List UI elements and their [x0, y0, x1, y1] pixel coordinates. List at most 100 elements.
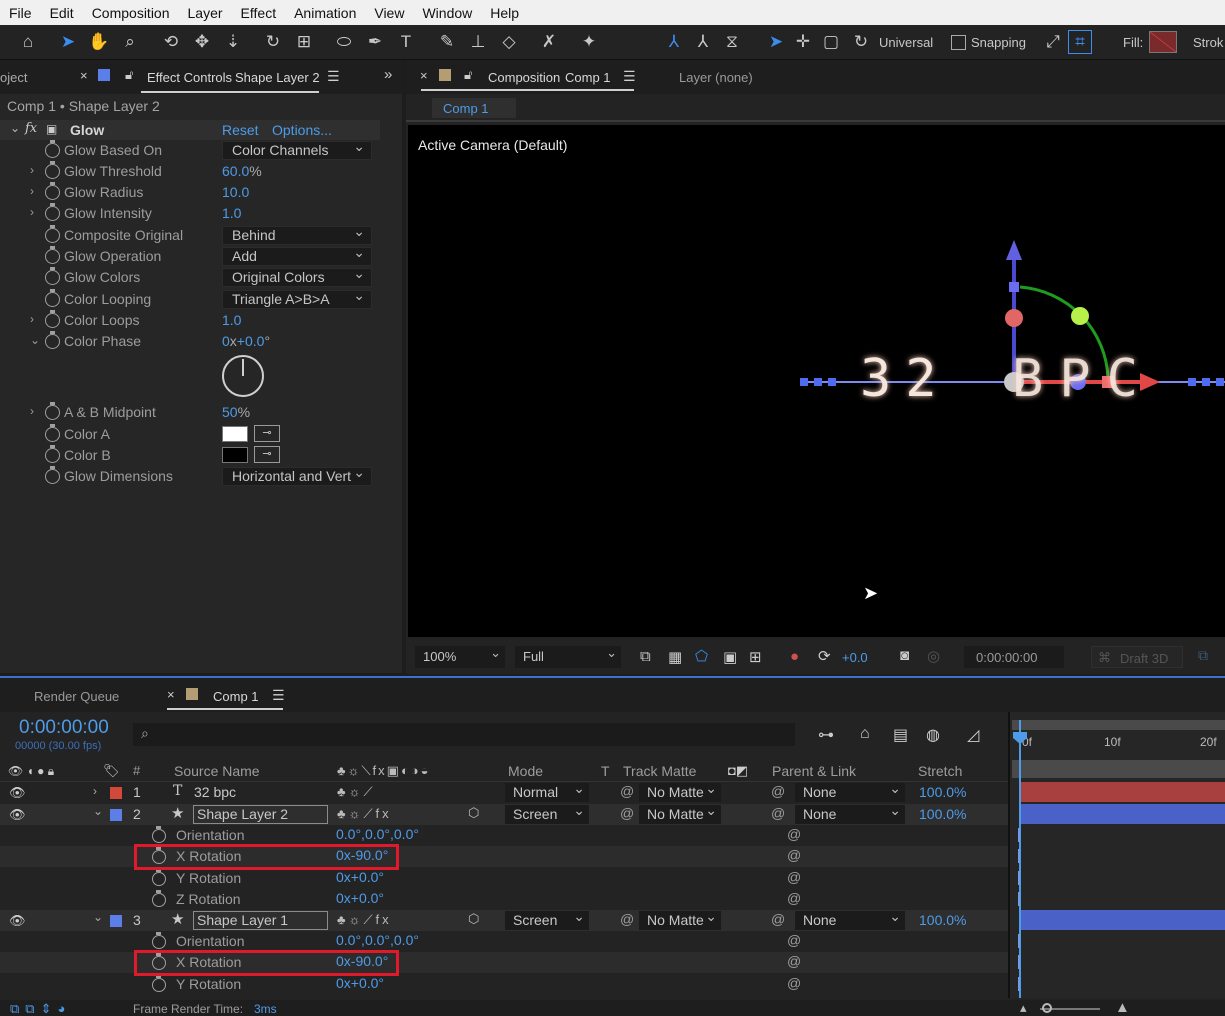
3d-select-icon[interactable]: ➤	[763, 29, 789, 55]
layer-switches[interactable]: ♣☼⟋fx	[337, 806, 392, 822]
color-a-swatch[interactable]	[222, 426, 248, 442]
prop-value[interactable]: 1.0	[222, 205, 241, 221]
clone-stamp-icon[interactable]: ⊥	[465, 29, 491, 55]
panel-menu-icon[interactable]: ☰	[327, 68, 340, 85]
stopwatch-icon[interactable]	[45, 310, 60, 328]
graph-editor-icon[interactable]: ◿	[967, 725, 979, 745]
l2-prop-z-rotation[interactable]: Z Rotation 0x+0.0° @	[0, 889, 1008, 910]
project-tab[interactable]: oject	[0, 70, 27, 85]
ellipse-tool-icon[interactable]: ⬭	[331, 29, 357, 55]
layer-row-1[interactable]: 👁︎ › 1 T 32 bpc ♣☼⟋ Normal @ No Matte @ …	[0, 782, 1008, 803]
effect-controls-tab-layer[interactable]: Shape Layer 2	[235, 70, 320, 85]
glow-effect-row[interactable]: ⌄ fx ▣ Glow Reset Options...	[0, 120, 380, 140]
prop-value[interactable]: 0x+0.0°	[336, 975, 384, 991]
snap-feature-icon[interactable]: ⤢	[1040, 29, 1066, 55]
parent-dropdown[interactable]: None	[795, 783, 905, 802]
view-axis-icon[interactable]: ⧖	[719, 29, 745, 55]
parent-dropdown[interactable]: None	[795, 911, 905, 930]
reset-exposure-icon[interactable]: ⟳	[818, 647, 831, 665]
track-matte-pickwhip-icon[interactable]: @	[620, 911, 634, 927]
color-looping-dropdown[interactable]: Triangle A>B>A	[222, 290, 372, 309]
prop-color-b[interactable]: Color B ⊸	[0, 445, 380, 466]
expand-arrow-icon[interactable]: ›	[93, 784, 97, 798]
hand-tool-icon[interactable]: ✋	[86, 29, 112, 55]
track-matte-pickwhip-icon[interactable]: @	[620, 805, 634, 821]
column-source-name[interactable]: Source Name	[174, 763, 260, 779]
options-link[interactable]: Options...	[272, 122, 332, 138]
3d-scale-icon[interactable]: ▢	[818, 29, 844, 55]
zoom-out-icon[interactable]: ▴	[1020, 1000, 1027, 1016]
stopwatch-icon[interactable]	[45, 246, 60, 264]
pan-behind-icon[interactable]: ⊞	[291, 29, 317, 55]
l2-prop-orientation[interactable]: Orientation 0.0°,0.0°,0.0° @	[0, 825, 1008, 846]
expand-arrow-icon[interactable]: ›	[30, 163, 34, 177]
local-axis-icon[interactable]: ⅄	[661, 29, 687, 55]
panel-menu-icon[interactable]: ☰	[623, 68, 636, 85]
frame-blending-icon[interactable]: ▤	[893, 725, 908, 745]
expand-arrow-icon[interactable]: ›	[30, 184, 34, 198]
lock-icon[interactable]: 🔓︎	[464, 67, 472, 83]
composition-tab[interactable]: Composition	[488, 70, 560, 85]
fill-swatch[interactable]	[1149, 31, 1177, 53]
stopwatch-icon[interactable]	[45, 402, 60, 420]
stopwatch-icon[interactable]	[152, 932, 166, 949]
world-axis-icon[interactable]: ⅄	[690, 29, 716, 55]
channel-icon[interactable]: ●	[790, 648, 799, 665]
composition-tab-name[interactable]: Comp 1	[565, 70, 611, 85]
mode-dropdown[interactable]: Screen	[505, 805, 589, 824]
prop-value[interactable]: 0x+0.0°	[336, 869, 384, 885]
reset-link[interactable]: Reset	[222, 122, 259, 138]
stopwatch-icon[interactable]	[45, 161, 60, 179]
shy-layers-icon[interactable]: ⌂	[860, 725, 870, 743]
resolution-dropdown[interactable]: Full	[515, 646, 621, 668]
l3-prop-y-rotation[interactable]: Y Rotation 0x+0.0° @	[0, 974, 1008, 995]
effect-controls-tab[interactable]: Effect Controls	[147, 70, 232, 85]
menu-layer[interactable]: Layer	[179, 5, 232, 21]
motion-blur-icon[interactable]: ◍	[926, 725, 940, 745]
eyedropper-icon[interactable]: ⊸	[254, 446, 280, 463]
prop-glow-threshold[interactable]: › Glow Threshold 60.0%	[0, 161, 380, 182]
region-of-interest-icon[interactable]: ▣	[723, 648, 737, 666]
prop-glow-based-on[interactable]: Glow Based On Color Channels	[0, 140, 380, 161]
stretch-value[interactable]: 100.0%	[919, 806, 966, 822]
close-icon[interactable]: ×	[420, 68, 428, 83]
menu-help[interactable]: Help	[481, 5, 528, 21]
menu-edit[interactable]: Edit	[41, 5, 83, 21]
glow-operation-dropdown[interactable]: Add	[222, 247, 372, 266]
prop-color-looping[interactable]: Color Looping Triangle A>B>A	[0, 289, 380, 310]
stopwatch-icon[interactable]	[45, 331, 60, 349]
layer-search-input[interactable]: ⌕	[133, 723, 795, 746]
rotate-tool-icon[interactable]: ↻	[260, 29, 286, 55]
stopwatch-icon[interactable]	[45, 466, 60, 484]
composition-mini-flowchart-icon[interactable]: ⊶	[818, 725, 834, 745]
stopwatch-icon[interactable]	[152, 869, 166, 886]
degrees-value[interactable]: +0.0	[237, 333, 265, 349]
collapse-arrow-icon[interactable]: ⌄	[93, 910, 103, 924]
track-matte-dropdown[interactable]: No Matte	[639, 911, 721, 930]
panel-menu-icon[interactable]: ☰	[272, 687, 285, 704]
layer-switches[interactable]: ♣☼⟋	[337, 784, 376, 800]
expand-arrow-icon[interactable]: ›	[30, 404, 34, 418]
type-tool-icon[interactable]: T	[393, 29, 419, 55]
3d-layer-cube-icon[interactable]: ⬡	[468, 911, 479, 927]
snapshot-icon[interactable]: ◙	[900, 647, 909, 664]
extended-viewer-icon[interactable]: ⧉	[1198, 647, 1208, 664]
timeline-comp-tab[interactable]: Comp 1	[213, 689, 259, 704]
snapping-checkbox[interactable]	[951, 35, 966, 50]
prop-glow-radius[interactable]: › Glow Radius 10.0	[0, 182, 380, 203]
grid-guides-icon[interactable]: ⊞	[749, 648, 762, 666]
3d-layer-cube-icon[interactable]: ⬡	[468, 805, 479, 821]
dolly-camera-icon[interactable]: ⇣	[220, 29, 246, 55]
zoom-dropdown[interactable]: 100%	[415, 646, 505, 668]
mask-visibility-icon[interactable]: ⬠	[695, 647, 708, 665]
pickwhip-icon[interactable]: @	[787, 847, 801, 863]
prop-value[interactable]: 50%	[222, 404, 250, 420]
brush-tool-icon[interactable]: ✎	[434, 29, 460, 55]
pen-tool-icon[interactable]: ✒	[362, 29, 388, 55]
comp-breadcrumb[interactable]: Comp 1	[432, 98, 516, 118]
value-number[interactable]: 60.0	[222, 163, 249, 179]
parent-pickwhip-icon[interactable]: @	[771, 805, 785, 821]
draft-3d-toggle[interactable]: ⌘ Draft 3D	[1091, 646, 1183, 668]
close-icon[interactable]: ×	[167, 687, 175, 702]
pickwhip-icon[interactable]: @	[787, 975, 801, 991]
